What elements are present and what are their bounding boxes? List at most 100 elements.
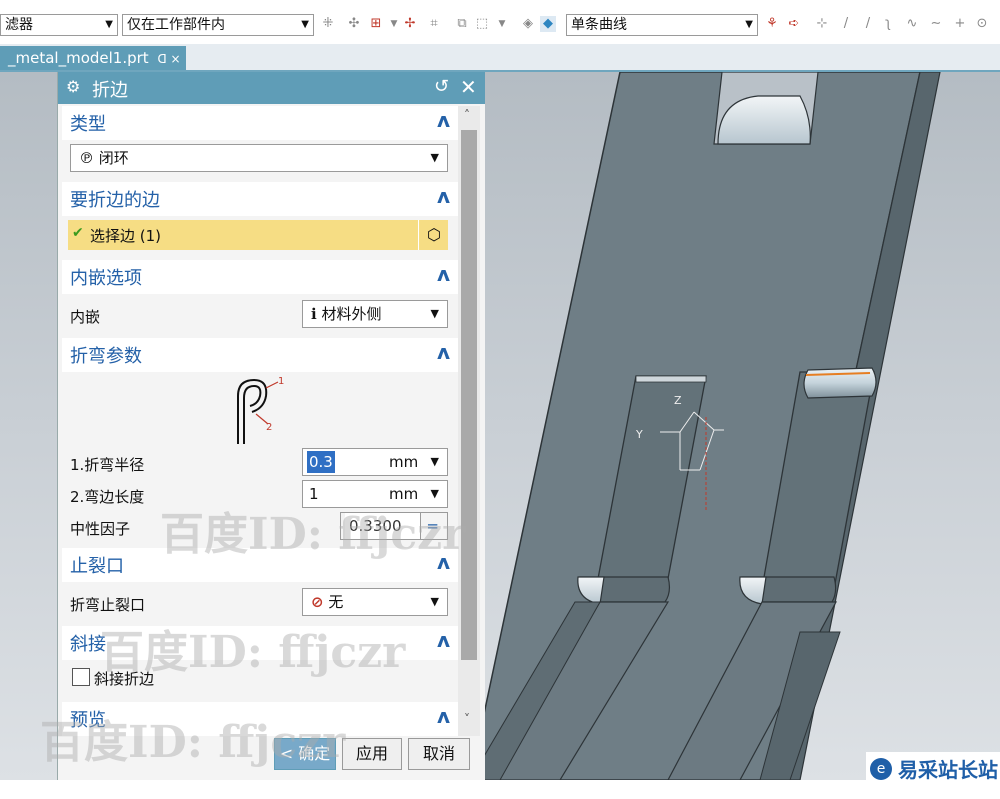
chevron-down-icon[interactable]: ▼	[494, 16, 510, 32]
dialog-header: ⚙ 折边 ↺ ✕	[58, 72, 485, 104]
flange-dialog: ⚙ 折边 ↺ ✕ 类型 ʌ ℗ 闭环 ▼ 要折边的边 ʌ ✔ 选择边 (1) ⬡…	[57, 72, 485, 780]
section-miter-header[interactable]: 斜接 ʌ	[62, 626, 458, 660]
filter-type-dropdown[interactable]: 滤器 ▼	[0, 14, 118, 36]
chevron-up-icon[interactable]: ʌ	[437, 628, 450, 652]
relief-label: 折弯止裂口	[70, 596, 146, 614]
flange-length-value[interactable]: 1	[309, 481, 319, 507]
chevron-down-icon: ▼	[301, 19, 309, 30]
inset-dropdown[interactable]: ℹ 材料外侧 ▼	[302, 300, 448, 328]
scrollbar-thumb[interactable]	[461, 130, 477, 660]
inset-dropdown-value: 材料外侧	[321, 305, 382, 323]
section-inset-title: 内嵌选项	[70, 268, 142, 289]
svg-text:Z: Z	[674, 394, 682, 407]
selection-filter-icon[interactable]: ✣	[346, 16, 362, 32]
chevron-down-icon: ▼	[430, 307, 439, 320]
chevron-down-icon: ▼	[745, 19, 753, 30]
eraser-icon[interactable]: ◈	[520, 16, 536, 32]
logo-icon: e	[870, 758, 892, 780]
chevron-up-icon[interactable]: ʌ	[437, 108, 450, 132]
snap-intersection-icon[interactable]: +	[952, 16, 968, 32]
section-type-title: 类型	[70, 114, 106, 135]
bend-radius-label: 1.折弯半径	[70, 456, 145, 474]
selection-scope-dropdown[interactable]: 仅在工作部件内 ▼	[122, 14, 314, 36]
snap-endpoint-icon[interactable]: ⊹	[814, 16, 830, 32]
chevron-up-icon[interactable]: ʌ	[437, 184, 450, 208]
select-edge-row[interactable]: ✔ 选择边 (1) ⬡	[68, 220, 448, 250]
dialog-scrollbar[interactable]: ˄ ˅	[458, 106, 480, 736]
filter-type-label: 滤器	[5, 17, 33, 33]
section-preview-header[interactable]: 预览 ʌ	[62, 702, 458, 736]
flange-length-label: 2.弯边长度	[70, 488, 145, 506]
chevron-up-icon[interactable]: ʌ	[437, 340, 450, 364]
k-factor-field[interactable]: 0.3300 =	[340, 512, 448, 540]
section-bend-header[interactable]: 折弯参数 ʌ	[62, 338, 458, 372]
follow-fillet-icon[interactable]: ➪	[786, 16, 802, 32]
snap-spline-icon[interactable]: ∿	[904, 16, 920, 32]
formula-icon[interactable]: =	[426, 513, 439, 539]
select-body-icon[interactable]: ⌗	[426, 16, 442, 32]
chevron-down-icon[interactable]: ▼	[431, 481, 439, 507]
logo-text: 易采站长站	[898, 758, 998, 782]
type-dropdown[interactable]: ℗ 闭环 ▼	[70, 144, 448, 172]
k-factor-label: 中性因子	[70, 520, 131, 538]
chevron-down-icon: ▼	[430, 595, 439, 608]
section-inset-header[interactable]: 内嵌选项 ʌ	[62, 260, 458, 294]
snap-line-2-icon[interactable]: /	[860, 16, 876, 32]
dialog-title: 折边	[92, 80, 128, 101]
document-tab-bar: _metal_model1.prt ᗡ ×	[0, 44, 1000, 72]
section-bend-title: 折弯参数	[70, 346, 142, 367]
edge-selector-icon[interactable]: ⬡	[418, 220, 449, 250]
flange-length-field[interactable]: 1 mm ▼	[302, 480, 448, 508]
apply-button[interactable]: 应用	[342, 738, 402, 770]
chevron-down-icon: ▼	[105, 19, 113, 30]
hem-type-icon: ℗	[79, 149, 94, 167]
relief-dropdown-value: 无	[328, 593, 344, 611]
scroll-up-icon[interactable]: ˄	[464, 108, 470, 122]
section-relief-header[interactable]: 止裂口 ʌ	[62, 548, 458, 582]
file-tab-label: _metal_model1.prt	[8, 49, 149, 67]
chevron-up-icon[interactable]: ʌ	[437, 550, 450, 574]
solid-body-icon[interactable]: ◆	[540, 16, 556, 32]
chevron-down-icon[interactable]: ▼	[386, 16, 402, 32]
svg-text:1: 1	[278, 376, 284, 387]
section-preview-title: 预览	[70, 710, 106, 731]
top-toolbar: 滤器 ▼ 仅在工作部件内 ▼ ⁜ ✣ ⊞ ▼ ✢ ⌗ ⧉ ⬚ ▼ ◈ ◆ 单条曲…	[0, 0, 1000, 45]
bend-radius-value[interactable]: 0.3	[307, 451, 335, 473]
site-logo: e 易采站长站	[866, 752, 1000, 786]
section-type-header[interactable]: 类型 ʌ	[62, 106, 458, 140]
curve-rule-value: 单条曲线	[571, 17, 627, 33]
snap-icon[interactable]: ⁜	[320, 16, 336, 32]
miter-checkbox-label: 斜接折边	[94, 670, 155, 688]
rectangle-select-icon[interactable]: ⬚	[474, 16, 490, 32]
select-face-icon[interactable]: ⧉	[454, 16, 470, 32]
select-edge-label: 选择边 (1)	[90, 227, 162, 245]
file-tab[interactable]: _metal_model1.prt ᗡ ×	[0, 46, 186, 70]
scroll-down-icon[interactable]: ˅	[464, 712, 470, 726]
stop-at-intersection-icon[interactable]: ⚘	[764, 16, 780, 32]
select-feature-icon[interactable]: ⊞	[368, 16, 384, 32]
relief-dropdown[interactable]: ⊘ 无 ▼	[302, 588, 448, 616]
chevron-down-icon[interactable]: ▼	[431, 449, 439, 475]
hem-diagram: 1 2	[237, 376, 284, 444]
snap-curve-icon[interactable]: ∼	[928, 16, 944, 32]
chevron-up-icon[interactable]: ʌ	[437, 704, 450, 728]
snap-line-icon[interactable]: /	[838, 16, 854, 32]
curve-rule-dropdown[interactable]: 单条曲线 ▼	[566, 14, 758, 36]
close-icon[interactable]: ᗡ ×	[157, 52, 180, 66]
svg-text:Y: Y	[635, 428, 643, 441]
close-icon[interactable]: ✕	[460, 75, 477, 99]
cancel-button[interactable]: 取消	[408, 738, 470, 770]
select-point-icon[interactable]: ✢	[402, 16, 418, 32]
bend-radius-field[interactable]: 0.3 mm ▼	[302, 448, 448, 476]
miter-checkbox[interactable]	[72, 668, 90, 686]
chevron-up-icon[interactable]: ʌ	[437, 262, 450, 286]
snap-center-icon[interactable]: ⊙	[974, 16, 990, 32]
reset-icon[interactable]: ↺	[434, 76, 449, 97]
chevron-down-icon: ▼	[430, 151, 439, 164]
bend-radius-unit: mm	[389, 453, 419, 471]
section-relief-title: 止裂口	[70, 556, 124, 577]
ok-button[interactable]: < 确定 >	[274, 738, 336, 793]
snap-arc-icon[interactable]: ʅ	[880, 16, 896, 32]
section-edges-header[interactable]: 要折边的边 ʌ	[62, 182, 458, 216]
k-factor-value[interactable]: 0.3300	[345, 513, 421, 539]
